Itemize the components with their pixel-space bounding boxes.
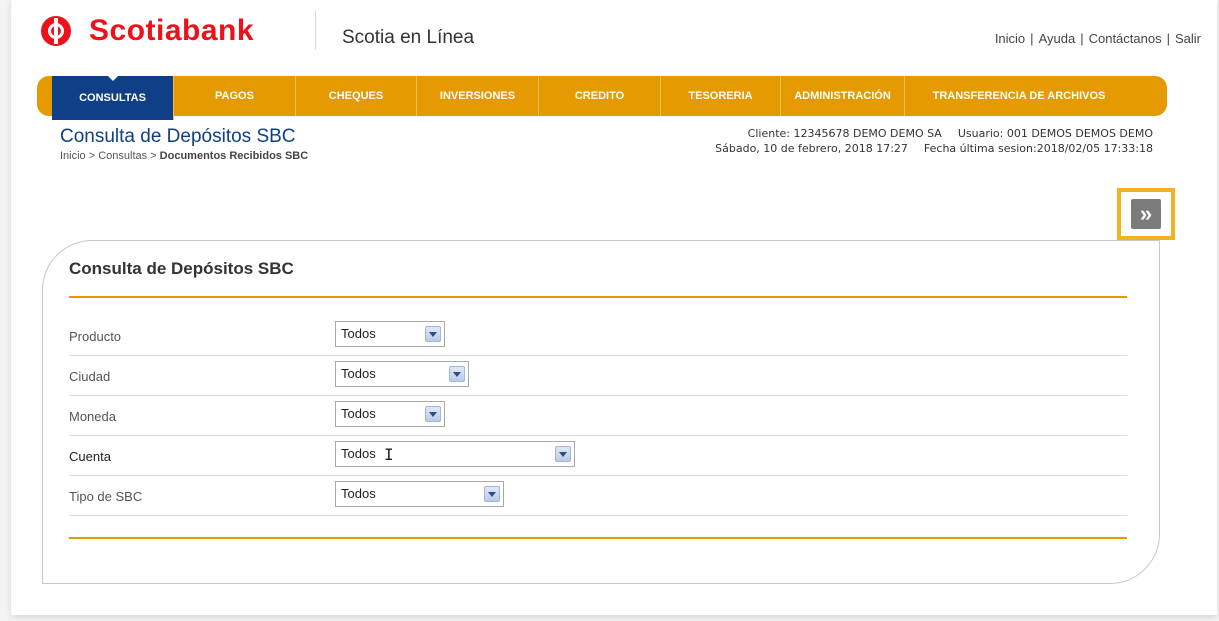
text-cursor-icon: I xyxy=(384,445,394,464)
panel-divider-bottom xyxy=(69,537,1127,539)
breadcrumb: Inicio > Consultas > Documentos Recibido… xyxy=(60,150,308,162)
chevron-down-icon[interactable] xyxy=(449,366,465,382)
nav-item-transferencia-de-archivos[interactable]: TRANSFERENCIA DE ARCHIVOS xyxy=(905,76,1133,116)
tipo-sbc-label: Tipo de SBC xyxy=(69,489,143,504)
producto-select-value: Todos xyxy=(341,326,376,341)
breadcrumb-current: Documentos Recibidos SBC xyxy=(159,150,309,162)
search-panel: Consulta de Depósitos SBC Producto Todos… xyxy=(42,240,1160,584)
chevron-down-icon[interactable] xyxy=(425,406,441,422)
header-divider xyxy=(315,10,316,50)
form-row-moneda: Moneda Todos xyxy=(69,395,1127,436)
app-name: Scotia en Línea xyxy=(342,27,475,48)
nav-item-tesoreria[interactable]: TESORERIA xyxy=(661,76,781,116)
nav-item-administracion[interactable]: ADMINISTRACIÓN xyxy=(781,76,905,116)
client-info: Cliente: 12345678 DEMO DEMO SA Usuario: … xyxy=(653,126,1153,156)
page-title: Consulta de Depósitos SBC xyxy=(60,126,296,147)
last-session: Fecha última sesion:2018/02/05 17:33:18 xyxy=(923,142,1153,155)
breadcrumb-path[interactable]: Inicio > Consultas > xyxy=(60,150,160,162)
panel-divider-top xyxy=(69,296,1127,298)
scotiabank-logo[interactable]: Scotiabank xyxy=(41,14,254,48)
moneda-select[interactable]: Todos xyxy=(335,401,445,427)
double-chevron-right-icon[interactable]: » xyxy=(1131,199,1161,229)
nav-item-consultas[interactable]: CONSULTAS xyxy=(52,75,174,120)
nav-item-cheques[interactable]: CHEQUES xyxy=(296,76,417,116)
ciudad-select[interactable]: Todos xyxy=(335,361,469,387)
form-row-tipo-sbc: Tipo de SBC Todos xyxy=(69,475,1127,516)
cuenta-label: Cuenta xyxy=(69,449,111,464)
ciudad-select-value: Todos xyxy=(341,366,376,381)
moneda-label: Moneda xyxy=(69,409,116,424)
producto-label: Producto xyxy=(69,329,122,344)
scotiabank-logo-icon xyxy=(41,16,71,46)
cuenta-select-value: Todos xyxy=(341,446,376,461)
panel-title: Consulta de Depósitos SBC xyxy=(69,259,294,278)
chevron-down-icon[interactable] xyxy=(484,486,500,502)
form-row-producto: Producto Todos xyxy=(69,315,1127,356)
link-contactanos[interactable]: Contáctanos xyxy=(1089,31,1162,46)
producto-select[interactable]: Todos xyxy=(335,321,445,347)
tipo-sbc-select-value: Todos xyxy=(341,486,376,501)
link-separator: | xyxy=(1030,31,1034,46)
moneda-select-value: Todos xyxy=(341,406,376,421)
nav-item-inversiones[interactable]: INVERSIONES xyxy=(417,76,539,116)
tipo-sbc-select[interactable]: Todos xyxy=(335,481,504,507)
user-name: Usuario: 001 DEMOS DEMOS DEMO xyxy=(957,127,1153,140)
form-row-ciudad: Ciudad Todos xyxy=(69,355,1127,396)
chevron-down-icon[interactable] xyxy=(555,446,571,462)
client-name: Cliente: 12345678 DEMO DEMO SA xyxy=(747,127,942,140)
cuenta-select[interactable]: Todos I xyxy=(335,441,575,467)
ciudad-label: Ciudad xyxy=(69,369,111,384)
current-date: Sábado, 10 de febrero, 2018 17:27 xyxy=(715,142,908,155)
expand-button-highlight: » xyxy=(1117,188,1175,240)
form-row-cuenta: Cuenta Todos I xyxy=(69,435,1127,476)
link-ayuda[interactable]: Ayuda xyxy=(1039,31,1076,46)
link-separator: | xyxy=(1080,31,1084,46)
nav-item-pagos[interactable]: PAGOS xyxy=(174,76,296,116)
main-nav: CONSULTAS PAGOS CHEQUES INVERSIONES CRED… xyxy=(37,75,1167,120)
link-inicio[interactable]: Inicio xyxy=(995,31,1025,46)
link-salir[interactable]: Salir xyxy=(1175,31,1201,46)
brand-name: Scotiabank xyxy=(89,14,255,47)
page: Scotiabank Scotia en Línea Inicio | Ayud… xyxy=(11,0,1217,615)
nav-item-credito[interactable]: CREDITO xyxy=(539,76,661,116)
chevron-down-icon[interactable] xyxy=(425,326,441,342)
link-separator: | xyxy=(1166,31,1170,46)
top-links: Inicio | Ayuda | Contáctanos | Salir xyxy=(995,31,1201,46)
